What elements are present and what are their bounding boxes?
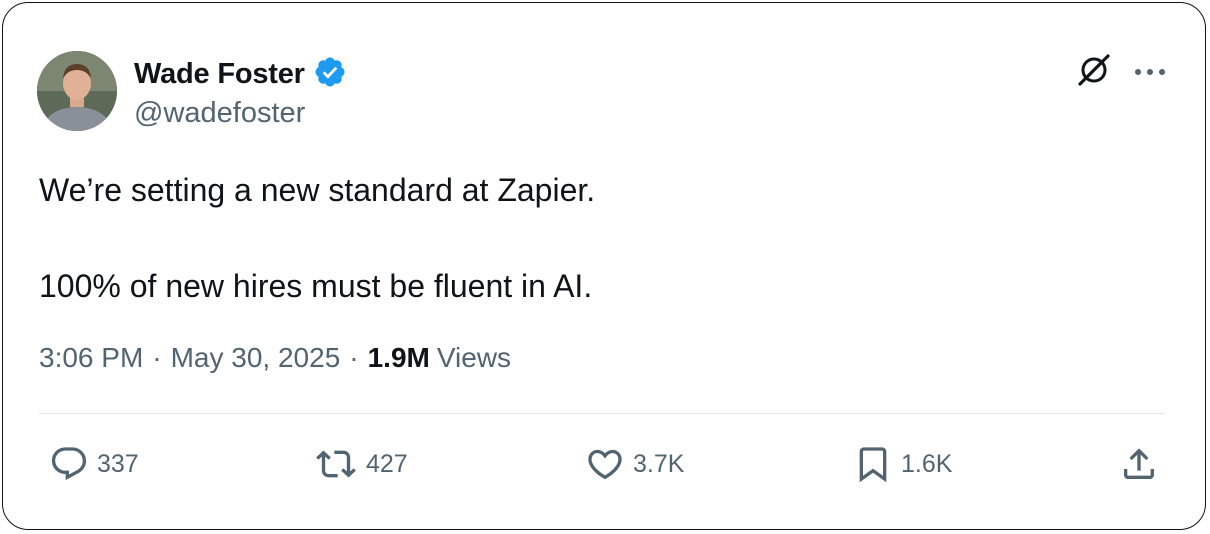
share-icon	[1119, 444, 1159, 484]
meta-separator: ·	[152, 342, 162, 373]
repost-button[interactable]: 427	[314, 444, 408, 484]
author-name[interactable]: Wade Foster	[134, 58, 305, 91]
meta-separator: ·	[349, 342, 359, 373]
share-button[interactable]	[1119, 444, 1159, 484]
avatar-photo	[37, 51, 117, 131]
reply-count: 337	[97, 449, 139, 478]
tweet-meta: 3:06 PM · May 30, 2025 · 1.9M Views	[39, 342, 511, 374]
tweet-time[interactable]: 3:06 PM	[39, 342, 143, 374]
bookmark-icon	[853, 444, 893, 484]
tweet-line: 100% of new hires must be fluent in AI.	[39, 268, 593, 304]
bookmark-count: 1.6K	[901, 449, 953, 478]
author-name-row: Wade Foster	[134, 55, 347, 94]
reply-button[interactable]: 337	[49, 444, 139, 484]
like-button[interactable]: 3.7K	[585, 444, 684, 484]
like-count: 3.7K	[633, 449, 685, 478]
grok-icon[interactable]	[1077, 53, 1111, 92]
divider	[39, 413, 1165, 414]
views-count: 1.9M	[367, 342, 430, 373]
author-handle[interactable]: @wadefoster	[134, 97, 305, 130]
tweet-date[interactable]: May 30, 2025	[171, 342, 341, 374]
tweet-top-actions	[1077, 53, 1167, 92]
bookmark-button[interactable]: 1.6K	[853, 444, 952, 484]
author-avatar[interactable]	[37, 51, 117, 131]
reply-icon	[49, 444, 89, 484]
tweet-line: We’re setting a new standard at Zapier.	[39, 172, 596, 208]
repost-count: 427	[366, 449, 408, 478]
verified-badge-icon[interactable]	[313, 55, 347, 94]
repost-icon	[314, 444, 358, 484]
tweet-card: Wade Foster @wadefoster We’re setting a …	[2, 2, 1206, 530]
views-label: Views	[436, 342, 512, 373]
tweet-text: We’re setting a new standard at Zapier. …	[39, 166, 595, 310]
more-options-icon[interactable]	[1133, 64, 1167, 82]
heart-icon	[585, 444, 625, 484]
